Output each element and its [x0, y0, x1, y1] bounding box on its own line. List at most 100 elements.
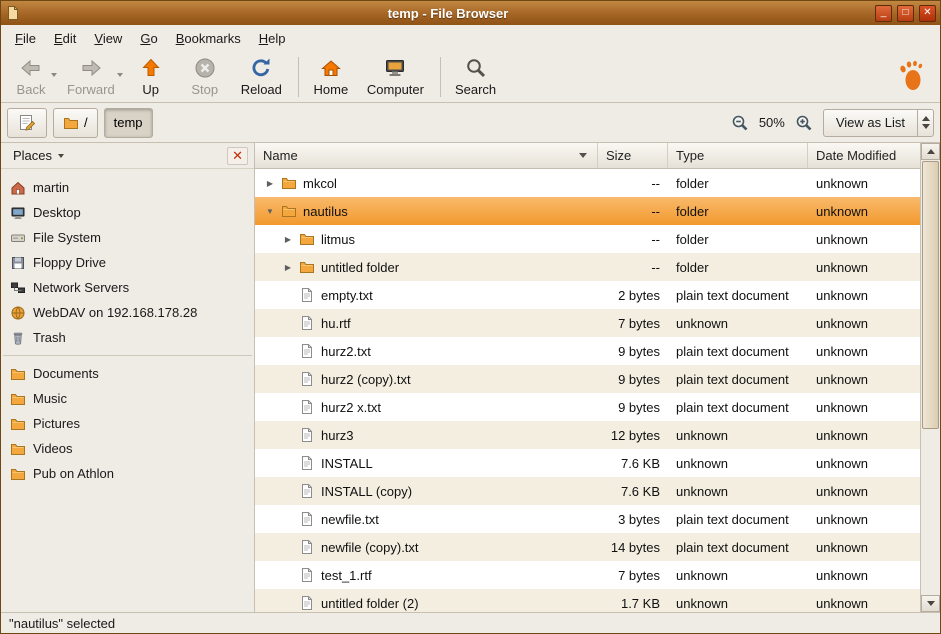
menu-view[interactable]: View [86, 27, 130, 50]
table-row[interactable]: ▶mkcol--folderunknown [255, 169, 920, 197]
expander-icon[interactable]: ▶ [263, 179, 277, 188]
sidebar-item-martin[interactable]: martin [1, 175, 254, 200]
home-place-icon [10, 180, 26, 196]
status-text: "nautilus" selected [9, 616, 115, 631]
date-modified-cell: unknown [808, 400, 920, 415]
minimize-button[interactable]: _ [875, 5, 892, 22]
table-row[interactable]: INSTALL7.6 KBunknownunknown [255, 449, 920, 477]
column-header-name[interactable]: Name [255, 143, 598, 168]
stop-button[interactable]: Stop [179, 53, 233, 101]
table-row[interactable]: empty.txt2 bytesplain text documentunkno… [255, 281, 920, 309]
folder-icon [299, 259, 317, 275]
window-icon [5, 5, 21, 21]
toolbar-button-label: Search [455, 82, 496, 97]
toolbar-separator [440, 57, 441, 97]
path-button-root[interactable]: / [53, 108, 98, 138]
zoom-level: 50% [759, 115, 785, 130]
sidebar-item-label: Videos [33, 441, 73, 456]
date-modified-cell: unknown [808, 540, 920, 555]
dropdown-caret-icon[interactable] [51, 73, 57, 77]
home-button[interactable]: Home [305, 53, 359, 101]
table-row[interactable]: ▶litmus--folderunknown [255, 225, 920, 253]
column-header-size[interactable]: Size [598, 143, 668, 168]
sidebar-item-videos[interactable]: Videos [1, 436, 254, 461]
table-row[interactable]: hu.rtf7 bytesunknownunknown [255, 309, 920, 337]
menu-bookmarks[interactable]: Bookmarks [168, 27, 249, 50]
file-icon [299, 343, 317, 359]
table-row[interactable]: newfile (copy).txt14 bytesplain text doc… [255, 533, 920, 561]
sidebar-item-network-servers[interactable]: Network Servers [1, 275, 254, 300]
forward-button[interactable]: Forward [59, 53, 125, 101]
table-row[interactable]: hurz2.txt 9 bytesplain text documentunkno… [255, 337, 920, 365]
vertical-scrollbar[interactable] [920, 143, 940, 612]
dropdown-caret-icon[interactable] [117, 73, 123, 77]
back-button[interactable]: Back [5, 53, 59, 101]
size-cell: 9 bytes [598, 344, 668, 359]
maximize-button[interactable]: □ [897, 5, 914, 22]
file-name: test_1.rtf [321, 568, 372, 583]
sidebar-item-file-system[interactable]: File System [1, 225, 254, 250]
view-mode-stepper[interactable] [917, 110, 933, 136]
menu-help[interactable]: Help [251, 27, 294, 50]
type-cell: plain text document [668, 344, 808, 359]
zoom-in-button[interactable] [793, 110, 815, 136]
table-row[interactable]: test_1.rtf7 bytesunknownunknown [255, 561, 920, 589]
date-modified-cell: unknown [808, 344, 920, 359]
expander-icon[interactable]: ▶ [281, 235, 295, 244]
toolbar-button-label: Home [314, 82, 349, 97]
sidebar-item-music[interactable]: Music [1, 386, 254, 411]
back-icon [19, 56, 43, 80]
menu-edit[interactable]: Edit [46, 27, 84, 50]
table-row[interactable]: hurz2 x.txt9 bytesplain text documentunk… [255, 393, 920, 421]
type-cell: unknown [668, 316, 808, 331]
table-row[interactable]: hurz2 (copy).txt9 bytesplain text docume… [255, 365, 920, 393]
places-selector[interactable]: Places [7, 146, 70, 165]
sidebar-item-webdav-on-192-168-178-28[interactable]: WebDAV on 192.168.178.28 [1, 300, 254, 325]
column-header-type[interactable]: Type [668, 143, 808, 168]
table-row[interactable]: newfile.txt3 bytesplain text documentunk… [255, 505, 920, 533]
name-cell: INSTALL [255, 455, 598, 471]
path-button-current[interactable]: temp [104, 108, 153, 138]
size-cell: -- [598, 176, 668, 191]
up-button[interactable]: Up [125, 53, 179, 101]
search-icon [464, 56, 488, 80]
scrollbar-track[interactable] [921, 161, 940, 594]
table-row[interactable]: ▶untitled folder--folderunknown [255, 253, 920, 281]
toolbar-button-label: Reload [241, 82, 282, 97]
sidebar-item-trash[interactable]: Trash [1, 325, 254, 350]
table-row[interactable]: INSTALL (copy)7.6 KBunknownunknown [255, 477, 920, 505]
table-row[interactable]: hurz312 bytesunknownunknown [255, 421, 920, 449]
name-cell: newfile.txt [255, 511, 598, 527]
table-row[interactable]: ▼nautilus--folderunknown [255, 197, 920, 225]
sidebar-item-floppy-drive[interactable]: Floppy Drive [1, 250, 254, 275]
computer-button[interactable]: Computer [359, 53, 434, 101]
menu-file[interactable]: File [7, 27, 44, 50]
zoom-out-button[interactable] [729, 110, 751, 136]
sidebar-item-documents[interactable]: Documents [1, 361, 254, 386]
view-mode-select[interactable]: View as List [823, 109, 934, 137]
file-name: hurz2.txt [321, 344, 371, 359]
date-modified-cell: unknown [808, 260, 920, 275]
scroll-down-button[interactable] [921, 595, 940, 612]
file-name: newfile.txt [321, 512, 379, 527]
scrollbar-thumb[interactable] [922, 161, 939, 429]
column-header-date[interactable]: Date Modified [808, 143, 920, 168]
sidebar-close-button[interactable]: ✕ [227, 147, 248, 165]
scroll-up-button[interactable] [921, 143, 940, 160]
table-row[interactable]: untitled folder (2)1.7 KBunknownunknown [255, 589, 920, 612]
zoom-and-view-controls: 50% View as List [729, 109, 934, 137]
file-browser-window: temp - File Browser _ □ ✕ FileEditViewGo… [0, 0, 941, 634]
search-button[interactable]: Search [447, 53, 506, 101]
sidebar-item-pictures[interactable]: Pictures [1, 411, 254, 436]
title-bar[interactable]: temp - File Browser _ □ ✕ [1, 1, 940, 25]
expander-icon[interactable]: ▼ [263, 207, 277, 216]
file-icon [299, 455, 317, 471]
close-button[interactable]: ✕ [919, 5, 936, 22]
sidebar-item-desktop[interactable]: Desktop [1, 200, 254, 225]
reload-button[interactable]: Reload [233, 53, 292, 101]
sidebar-item-pub-on-athlon[interactable]: Pub on Athlon [1, 461, 254, 486]
edit-location-button[interactable] [7, 108, 47, 138]
toolbar-button-label: Up [142, 82, 159, 97]
expander-icon[interactable]: ▶ [281, 263, 295, 272]
menu-go[interactable]: Go [132, 27, 165, 50]
